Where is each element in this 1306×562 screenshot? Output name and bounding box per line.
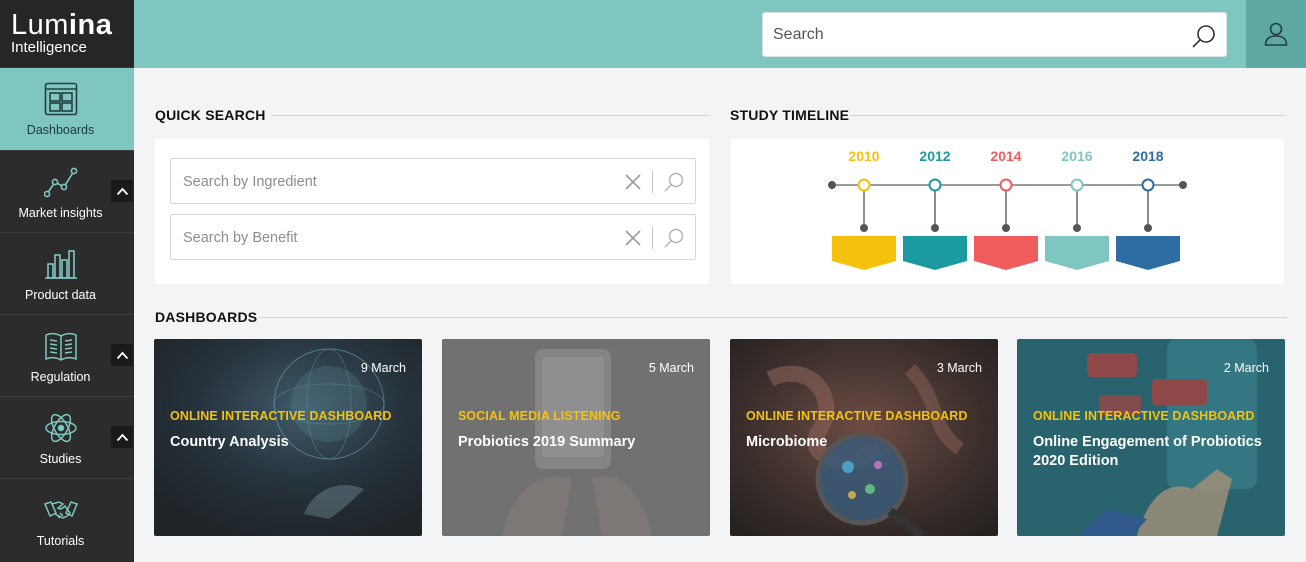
- timeline-year-tag[interactable]: [1045, 236, 1109, 270]
- timeline-year-tag[interactable]: [974, 236, 1038, 270]
- benefit-search-field[interactable]: [170, 214, 696, 260]
- chevron-up-icon[interactable]: [111, 426, 133, 448]
- sidebar-item-label: Dashboards: [26, 123, 95, 137]
- benefit-search-input[interactable]: [183, 227, 603, 249]
- chevron-up-icon[interactable]: [111, 344, 133, 366]
- sidebar-item-label: Studies: [39, 452, 82, 466]
- sidebar-item-label: Regulation: [30, 370, 91, 384]
- brand-subtitle: Intelligence: [11, 39, 87, 56]
- section-title: DASHBOARDS: [155, 309, 258, 325]
- search-icon[interactable]: [663, 171, 685, 193]
- timeline-node[interactable]: [928, 178, 942, 192]
- search-icon[interactable]: [1191, 23, 1217, 49]
- dashboard-card-probiotics-summary[interactable]: 5 March SOCIAL MEDIA LISTENING Probiotic…: [442, 339, 710, 536]
- timeline-year-label: 2012: [919, 148, 950, 164]
- line-chart-icon: [44, 165, 78, 199]
- dashboard-icon: [44, 82, 78, 116]
- brand-logo[interactable]: Lumina Intelligence: [0, 0, 134, 68]
- sidebar: Lumina Intelligence Dashboards Market in…: [0, 0, 134, 562]
- bar-chart-icon: [44, 247, 78, 281]
- dashboard-title: Country Analysis: [170, 434, 289, 450]
- search-input[interactable]: [773, 23, 1173, 47]
- top-header: [134, 0, 1306, 68]
- user-icon: [1264, 22, 1288, 46]
- timeline-year-label: 2010: [848, 148, 879, 164]
- quick-search-card: [155, 139, 709, 284]
- timeline-year-tag[interactable]: [1116, 236, 1180, 270]
- dashboard-card-country-analysis[interactable]: 9 March ONLINE INTERACTIVE DASHBOARD Cou…: [154, 339, 422, 536]
- timeline-stem-dot: [860, 224, 868, 232]
- sidebar-item-dashboards[interactable]: Dashboards: [0, 68, 134, 151]
- atom-icon: [44, 411, 78, 445]
- sidebar-item-market-insights[interactable]: Market insights: [0, 151, 134, 233]
- ingredient-search-field[interactable]: [170, 158, 696, 204]
- handshake-icon: [44, 493, 78, 527]
- divider: [259, 317, 1287, 318]
- ingredient-search-input[interactable]: [183, 171, 603, 193]
- dashboard-type: ONLINE INTERACTIVE DASHBOARD: [746, 409, 968, 423]
- search-icon[interactable]: [663, 227, 685, 249]
- timeline-start-dot: [828, 181, 836, 189]
- dashboard-type: ONLINE INTERACTIVE DASHBOARD: [1033, 409, 1255, 423]
- sidebar-item-label: Market insights: [18, 206, 103, 220]
- sidebar-item-studies[interactable]: Studies: [0, 397, 134, 479]
- sidebar-item-regulation[interactable]: Regulation: [0, 315, 134, 397]
- timeline-year-label: 2014: [990, 148, 1021, 164]
- dashboard-card-microbiome[interactable]: 3 March ONLINE INTERACTIVE DASHBOARD Mic…: [730, 339, 998, 536]
- dashboard-date: 5 March: [648, 361, 694, 375]
- timeline-graphic: 2010 2012 2014 2016 2018: [828, 148, 1187, 270]
- timeline-year-label: 2016: [1061, 148, 1092, 164]
- sidebar-item-label: Tutorials: [36, 534, 85, 548]
- dashboard-title: Microbiome: [746, 434, 828, 450]
- clear-icon[interactable]: [623, 172, 643, 192]
- timeline-node[interactable]: [999, 178, 1013, 192]
- timeline-node[interactable]: [1070, 178, 1084, 192]
- dashboard-title: Online Engagement of Probiotics 2020 Edi…: [1033, 434, 1262, 469]
- timeline-node[interactable]: [857, 178, 871, 192]
- sidebar-item-label: Product data: [25, 288, 96, 302]
- timeline-stem-dot: [1002, 224, 1010, 232]
- dashboard-card-online-engagement[interactable]: 2 March ONLINE INTERACTIVE DASHBOARD Onl…: [1017, 339, 1285, 536]
- study-timeline-heading: STUDY TIMELINE: [730, 107, 1286, 123]
- divider: [850, 115, 1286, 116]
- quick-search-heading: QUICK SEARCH: [155, 107, 710, 123]
- divider: [652, 171, 653, 193]
- user-account-button[interactable]: [1246, 0, 1306, 68]
- chevron-up-icon[interactable]: [111, 180, 133, 202]
- sidebar-item-tutorials[interactable]: Tutorials: [0, 479, 134, 561]
- timeline-end-dot: [1179, 181, 1187, 189]
- dashboard-title: Probiotics 2019 Summary: [458, 434, 636, 450]
- section-title: STUDY TIMELINE: [730, 107, 850, 123]
- timeline-year-tag[interactable]: [832, 236, 896, 270]
- timeline-stem-dot: [1073, 224, 1081, 232]
- divider: [652, 227, 653, 249]
- dashboard-date: 3 March: [936, 361, 982, 375]
- study-timeline-card: 2010 2012 2014 2016 2018: [731, 139, 1284, 284]
- divider: [271, 115, 710, 116]
- dashboard-date: 9 March: [360, 361, 406, 375]
- timeline-node[interactable]: [1141, 178, 1155, 192]
- dashboards-heading: DASHBOARDS: [155, 309, 1287, 325]
- global-search[interactable]: [762, 12, 1227, 57]
- clear-icon[interactable]: [623, 228, 643, 248]
- dashboard-type: SOCIAL MEDIA LISTENING: [458, 409, 621, 423]
- sidebar-item-product-data[interactable]: Product data: [0, 233, 134, 315]
- brand-name: Lumina: [11, 9, 113, 41]
- dashboard-date: 2 March: [1223, 361, 1269, 375]
- dashboard-type: ONLINE INTERACTIVE DASHBOARD: [170, 409, 392, 423]
- timeline-stem-dot: [1144, 224, 1152, 232]
- book-icon: [44, 329, 78, 363]
- timeline-stem-dot: [931, 224, 939, 232]
- timeline-year-label: 2018: [1132, 148, 1163, 164]
- timeline-year-tag[interactable]: [903, 236, 967, 270]
- section-title: QUICK SEARCH: [155, 107, 266, 123]
